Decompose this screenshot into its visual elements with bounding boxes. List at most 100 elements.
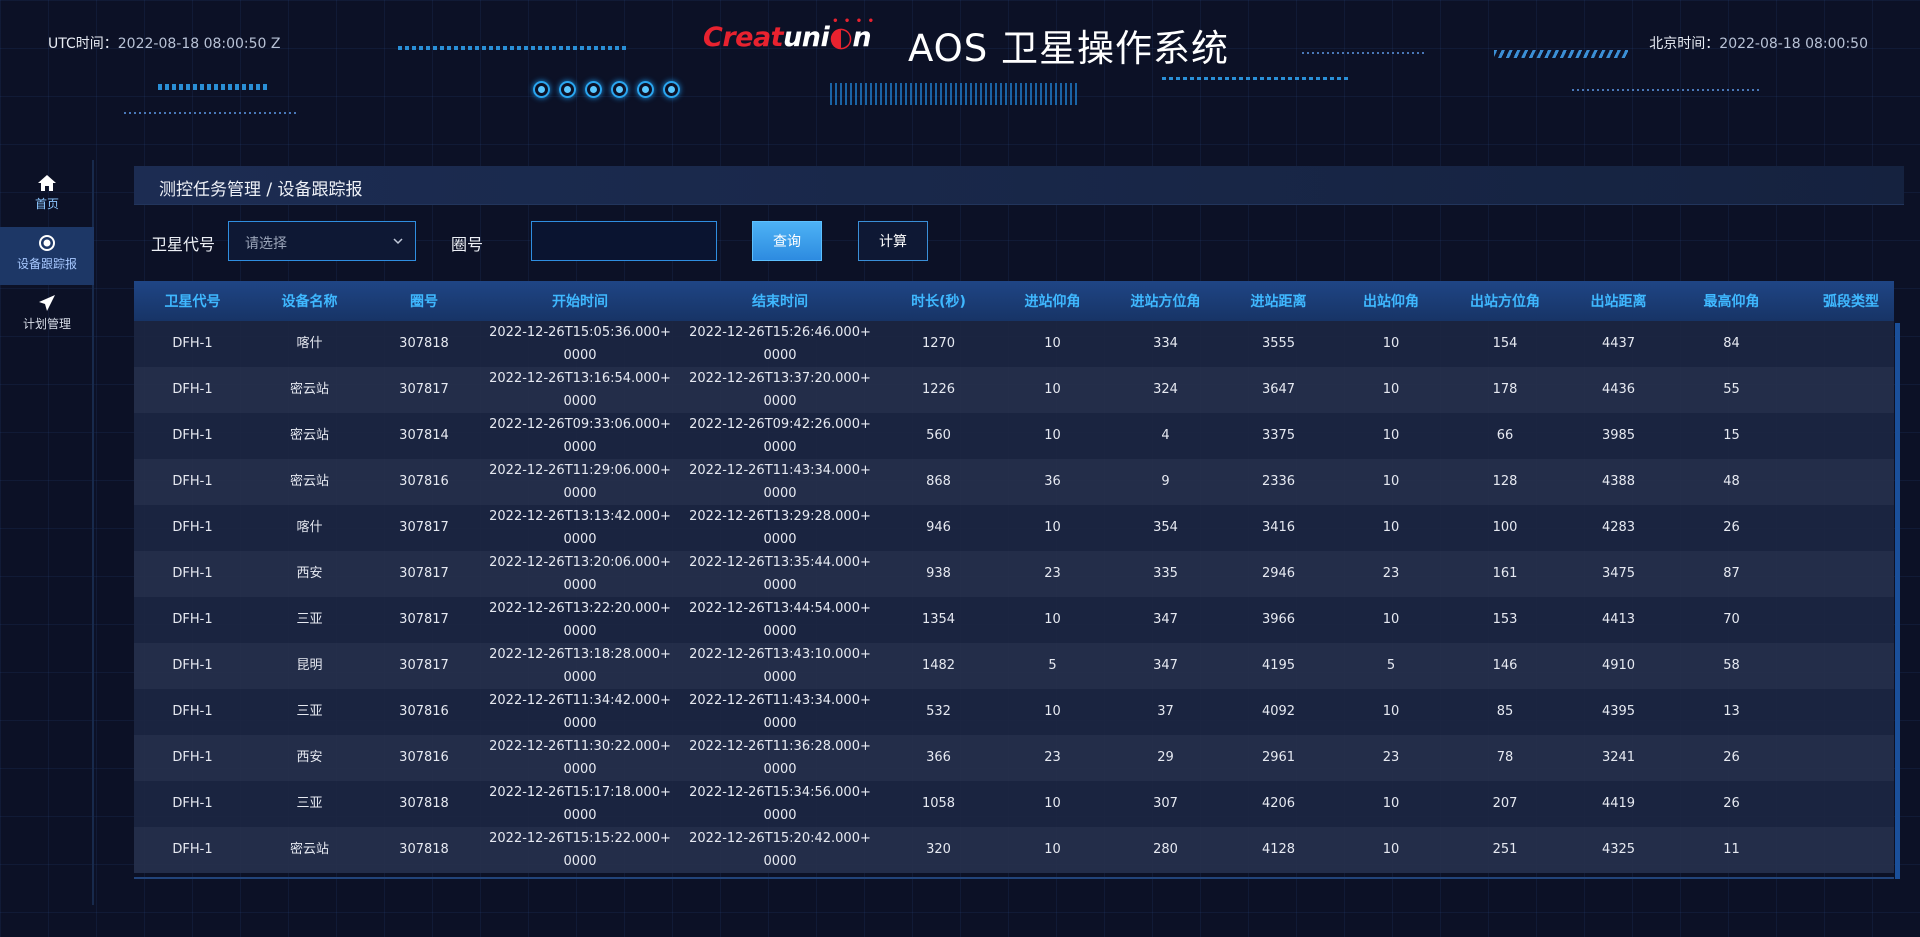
- table-cell: 10: [1382, 612, 1400, 627]
- table-cell: [1788, 597, 1894, 643]
- table-cell: [1788, 321, 1894, 367]
- table-cell: 10: [1382, 474, 1400, 489]
- table-cell: 3375: [1261, 428, 1296, 443]
- table-cell: 1226: [921, 382, 956, 397]
- satellite-label: 卫星代号: [151, 235, 216, 254]
- indicator-dot: [663, 81, 680, 98]
- table-cell: 10: [1382, 796, 1400, 811]
- table-cell: 密云站: [289, 842, 329, 857]
- table-row[interactable]: DFH-1 密云站 307814 2022-12-26T09:33:06.000+00…: [134, 413, 1894, 459]
- table-cell: 4413: [1601, 612, 1636, 627]
- table-row[interactable]: DFH-1 密云站 307817 2022-12-26T13:16:54.000+00…: [134, 367, 1894, 413]
- breadcrumb: 测控任务管理 / 设备跟踪报: [134, 166, 1904, 205]
- indicator-dot: [533, 81, 550, 98]
- table-cell: 4395: [1601, 704, 1636, 719]
- table-cell: 密云站: [289, 474, 329, 489]
- table-cell: 161: [1492, 566, 1518, 581]
- table-cell: 23: [1044, 750, 1061, 765]
- table-cell: 3966: [1261, 612, 1296, 627]
- sidebar-item-label: 首页: [34, 197, 59, 211]
- table-cell: 1058: [921, 796, 956, 811]
- table-cell: 178: [1492, 382, 1518, 397]
- table-cell: DFH-1: [172, 796, 213, 811]
- table-cell: 三亚: [296, 612, 323, 627]
- table-cell: 280: [1153, 842, 1178, 857]
- table-cell: 251: [1492, 842, 1518, 857]
- table-cell: 320: [926, 842, 951, 857]
- sidebar-item-plan[interactable]: 计划管理: [0, 287, 94, 345]
- table-scrollbar[interactable]: [1895, 323, 1900, 879]
- orbit-input[interactable]: [531, 221, 717, 261]
- table-cell: 2022-12-26T13:44:54.000+0000: [689, 601, 871, 639]
- sidebar-item-label: 设备跟踪报: [16, 257, 77, 271]
- table-cell: 2022-12-26T13:13:42.000+0000: [489, 509, 671, 547]
- table-row[interactable]: DFH-1 喀什 307817 2022-12-26T13:13:42.000+000…: [134, 505, 1894, 551]
- compute-button[interactable]: 计算: [858, 221, 928, 261]
- table-cell: 2022-12-26T09:42:26.000+0000: [689, 417, 871, 455]
- table-header-row: 卫星代号 设备名称 圈号 开始时间 结束时间 时长(秒) 进站仰角 进站方位角 进站距离 出站仰角…: [134, 281, 1894, 321]
- utc-value: 2022-08-18 08:00:50 Z: [117, 36, 281, 52]
- table-cell: 146: [1492, 658, 1518, 673]
- table-cell: 335: [1153, 566, 1178, 581]
- table-cell: 307814: [399, 428, 449, 443]
- logo-dots: • • • •: [832, 16, 876, 27]
- table-row[interactable]: DFH-1 三亚 307818 2022-12-26T15:17:18.000+000…: [134, 781, 1894, 827]
- status-indicators: [533, 81, 680, 98]
- table-cell: 2022-12-26T11:30:22.000+0000: [489, 739, 671, 777]
- table-row[interactable]: DFH-1 昆明 307817 2022-12-26T13:18:28.000+000…: [134, 643, 1894, 689]
- table-cell: 2022-12-26T13:35:44.000+0000: [689, 555, 871, 593]
- table-cell: 100: [1492, 520, 1518, 535]
- table-cell: 128: [1492, 474, 1518, 489]
- table-cell: 10: [1044, 704, 1061, 719]
- indicator-dot: [637, 81, 654, 98]
- beijing-label: 北京时间：: [1649, 36, 1720, 52]
- sidebar-item-tracking[interactable]: 设备跟踪报: [0, 227, 94, 285]
- table-cell: DFH-1: [172, 566, 213, 581]
- table-cell: 喀什: [296, 336, 323, 351]
- table-cell: 4325: [1601, 842, 1636, 857]
- sidebar-item-home[interactable]: 首页: [0, 167, 94, 225]
- table-cell: 密云站: [289, 428, 329, 443]
- table-cell: [1788, 781, 1894, 827]
- table-cell: 29: [1157, 750, 1174, 765]
- table-row[interactable]: DFH-1 三亚 307816 2022-12-26T11:34:42.000+000…: [134, 689, 1894, 735]
- table-cell: 307817: [399, 612, 449, 627]
- table-cell: 4437: [1601, 336, 1636, 351]
- column-header: 设备名称: [281, 294, 338, 310]
- table-cell: 10: [1382, 842, 1400, 857]
- table-cell: 11: [1723, 842, 1740, 857]
- column-header: 进站仰角: [1024, 294, 1081, 310]
- table-cell: 307816: [399, 474, 449, 489]
- satellite-select[interactable]: 请选择: [228, 221, 416, 261]
- table-cell: 4195: [1261, 658, 1296, 673]
- table-row[interactable]: DFH-1 三亚 307817 2022-12-26T13:22:20.000+000…: [134, 597, 1894, 643]
- table-bottom-border: [134, 877, 1894, 879]
- table-cell: [1788, 827, 1894, 873]
- orbit-label: 圈号: [451, 235, 484, 254]
- table-cell: 26: [1723, 796, 1740, 811]
- beijing-clock: 北京时间：2022-08-18 08:00:50: [1649, 33, 1868, 53]
- column-header: 出站仰角: [1363, 294, 1419, 310]
- table-cell: 2022-12-26T11:29:06.000+0000: [489, 463, 671, 501]
- table-cell: 307816: [399, 750, 449, 765]
- table-row[interactable]: DFH-1 西安 307816 2022-12-26T11:30:22.000+000…: [134, 735, 1894, 781]
- table-row[interactable]: DFH-1 密云站 307816 2022-12-26T11:29:06.000+00…: [134, 459, 1894, 505]
- table-row[interactable]: DFH-1 密云站 307818 2022-12-26T15:15:22.000+00…: [134, 827, 1894, 873]
- table-cell: 87: [1723, 566, 1740, 581]
- header-decoration: [124, 112, 296, 114]
- table-row[interactable]: DFH-1 喀什 307818 2022-12-26T15:05:36.000+000…: [134, 321, 1894, 367]
- table-cell: 938: [926, 566, 951, 581]
- table-cell: DFH-1: [172, 336, 213, 351]
- table-cell: 3241: [1601, 750, 1636, 765]
- table-cell: 昆明: [296, 658, 323, 673]
- query-button[interactable]: 查询: [752, 221, 822, 261]
- table-cell: 2022-12-26T11:43:34.000+0000: [689, 693, 871, 731]
- table-row[interactable]: DFH-1 西安 307817 2022-12-26T13:20:06.000+000…: [134, 551, 1894, 597]
- send-icon: [37, 293, 57, 313]
- table-cell: 2022-12-26T11:43:34.000+0000: [689, 463, 871, 501]
- table-cell: 10: [1044, 612, 1061, 627]
- table-cell: 307817: [399, 382, 449, 397]
- table-cell: 三亚: [296, 704, 323, 719]
- table-cell: 347: [1153, 658, 1178, 673]
- brand-logo: Creatuni◐n • • • •: [703, 16, 876, 53]
